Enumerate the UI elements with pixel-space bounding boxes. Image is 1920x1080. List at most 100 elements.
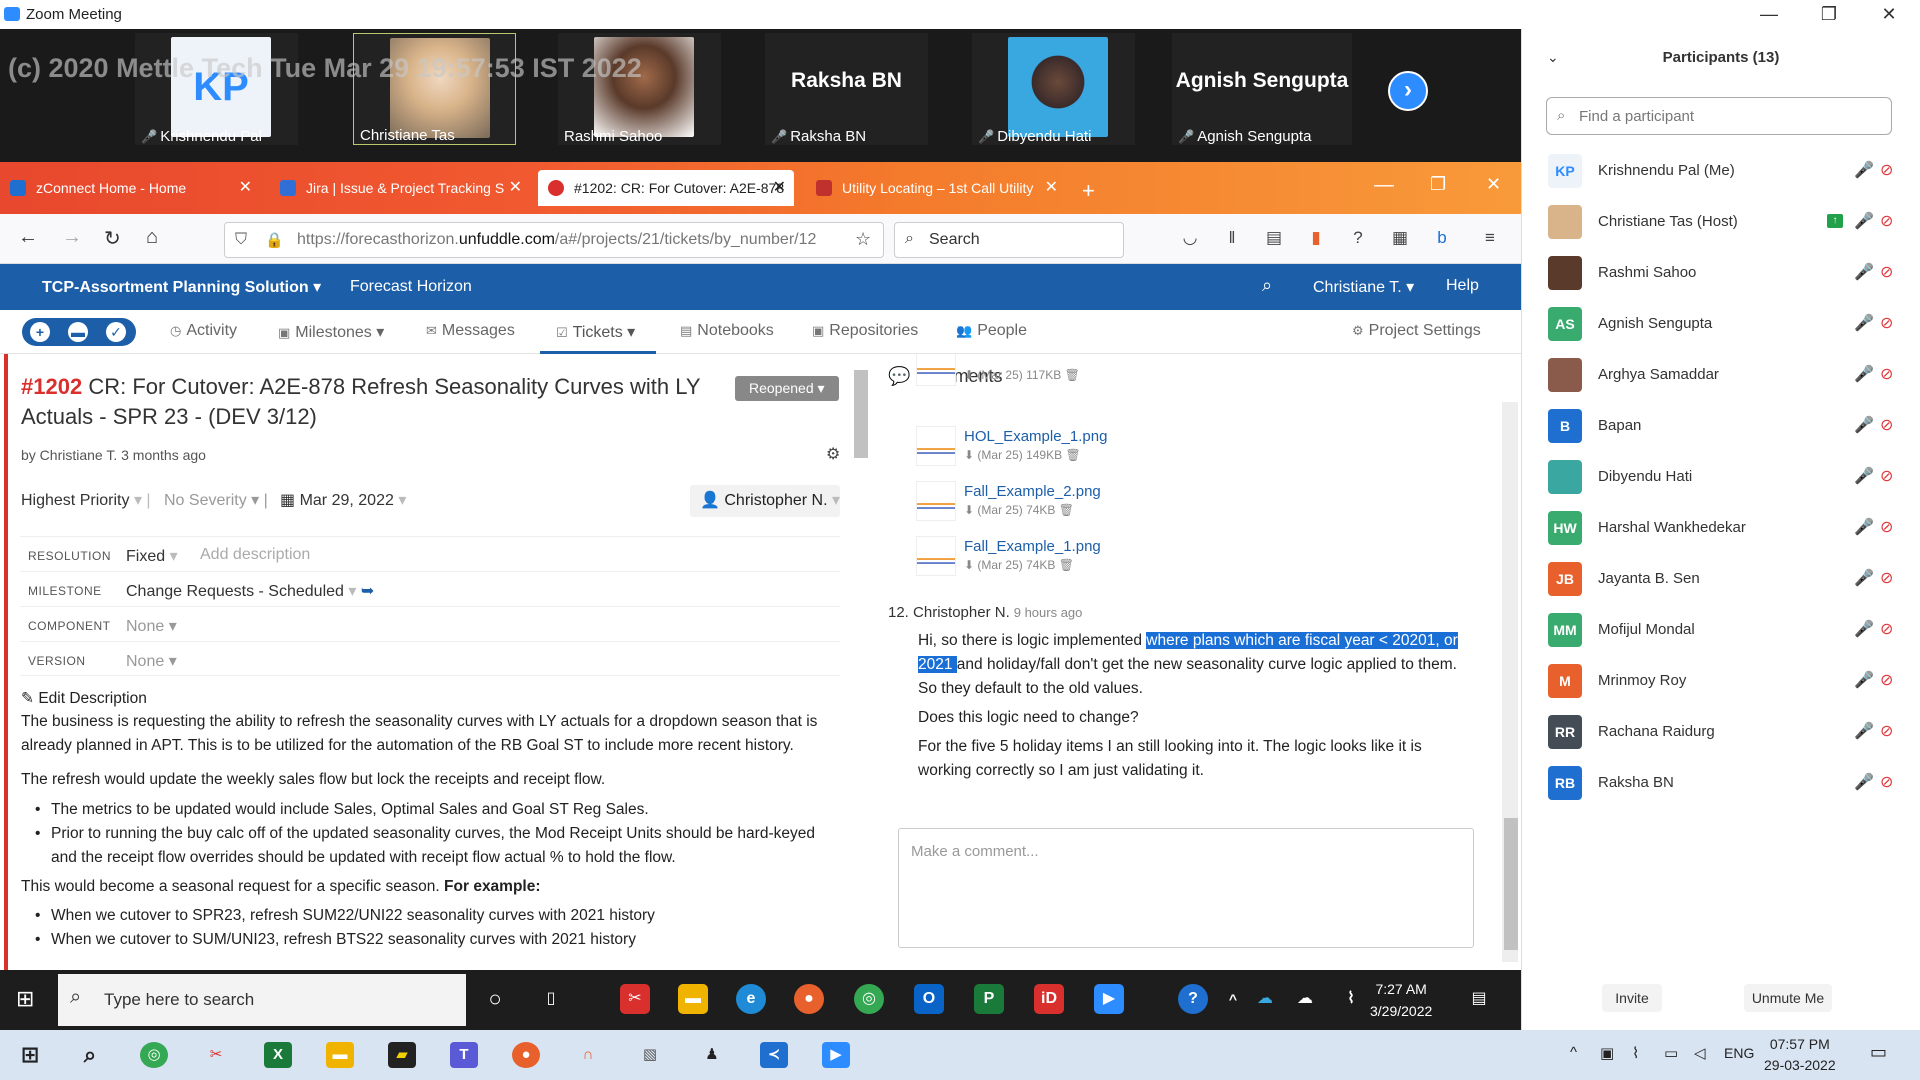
linux-penguin-icon[interactable]: ♟ [698, 1042, 726, 1068]
participant-row[interactable]: B Bapan 🎤 ⊘ [1522, 401, 1920, 452]
subproject-link[interactable]: Forecast Horizon [350, 278, 472, 296]
attachment-link[interactable]: Fall_Example_1.png [964, 538, 1101, 555]
resolution-selector[interactable]: Fixed ▾ [126, 546, 178, 566]
star-icon[interactable]: ☆ [855, 229, 871, 250]
bing-icon[interactable]: b [1432, 228, 1452, 248]
search-icon[interactable]: ⌕ [76, 1042, 104, 1068]
mic-muted-icon[interactable]: 🎤 [1854, 670, 1874, 690]
video-off-icon[interactable]: ⊘ [1880, 415, 1893, 435]
mic-muted-icon[interactable]: 🎤 [1854, 517, 1874, 537]
status-badge[interactable]: Reopened ▾ [735, 376, 839, 401]
search-icon[interactable]: ⌕ [1262, 275, 1272, 296]
video-off-icon[interactable]: ⊘ [1880, 160, 1893, 180]
home-icon[interactable]: ⌂ [146, 226, 158, 249]
browser-tab[interactable]: Utility Locating – 1st Call Utility ✕ [806, 170, 1066, 206]
video-off-icon[interactable]: ⊘ [1880, 211, 1893, 231]
browser-tab[interactable]: zConnect Home - Home ✕ [0, 170, 260, 206]
device-icon[interactable]: ▣ [1600, 1044, 1614, 1062]
zoom-icon[interactable]: ▶ [822, 1042, 850, 1068]
pocket-icon[interactable]: ◡ [1180, 228, 1200, 248]
video-tile[interactable]: Rashmi Sahoo [558, 33, 721, 145]
teams-icon[interactable]: T [450, 1042, 478, 1068]
add-icon[interactable]: + [30, 322, 50, 342]
outlook-icon[interactable]: O [914, 984, 944, 1014]
chrome-icon[interactable]: ◎ [140, 1042, 168, 1068]
reload-icon[interactable]: ↻ [104, 226, 121, 251]
edge-icon[interactable]: e [736, 984, 766, 1014]
mic-muted-icon[interactable]: 🎤 [1854, 364, 1874, 384]
zoom-icon[interactable]: ▶ [1094, 984, 1124, 1014]
participant-row[interactable]: AS Agnish Sengupta 🎤 ⊘ [1522, 299, 1920, 350]
video-off-icon[interactable]: ⊘ [1880, 262, 1893, 282]
notifications-icon[interactable]: ▤ [1464, 984, 1494, 1014]
file-explorer-icon[interactable]: ▬ [678, 984, 708, 1014]
video-off-icon[interactable]: ⊘ [1880, 466, 1893, 486]
message-icon[interactable]: ▬ [68, 322, 88, 342]
participant-row[interactable]: MM Mofijul Mondal 🎤 ⊘ [1522, 605, 1920, 656]
firefox-icon[interactable]: ● [794, 984, 824, 1014]
extension-icon[interactable]: ▮ [1306, 228, 1326, 248]
windows-start-icon[interactable]: ⊞ [16, 986, 34, 1012]
nav-people[interactable]: 👥 People [956, 322, 1027, 340]
close-button[interactable]: ✕ [1864, 0, 1914, 29]
mic-icon[interactable]: 🎤 [1854, 262, 1874, 282]
nav-milestones[interactable]: ▣ Milestones ▾ [278, 322, 384, 342]
settings-gears-icon[interactable]: ⚙ [826, 444, 840, 464]
close-tab-icon[interactable]: ✕ [1045, 170, 1058, 206]
attachment-link[interactable]: Fall_Example_2.png [964, 483, 1101, 500]
video-tile[interactable]: Raksha BN 🎤 Raksha BN [765, 33, 928, 145]
cloud-icon[interactable]: ☁ [1290, 984, 1320, 1014]
cortana-icon[interactable]: ○ [480, 984, 510, 1014]
version-selector[interactable]: None ▾ [126, 651, 177, 671]
user-menu[interactable]: Christiane T. ▾ [1313, 277, 1414, 297]
nav-activity[interactable]: ◷ Activity [170, 322, 237, 340]
mic-muted-icon[interactable]: 🎤 [1854, 721, 1874, 741]
volume-icon[interactable]: ◁ [1694, 1044, 1706, 1062]
snip-app-icon[interactable]: ✂ [620, 984, 650, 1014]
close-tab-icon[interactable]: ✕ [773, 170, 786, 206]
task-view-icon[interactable]: ▯ [536, 984, 566, 1014]
comment-input[interactable]: Make a comment... [898, 828, 1474, 948]
network-icon[interactable]: ⌇ [1336, 984, 1366, 1014]
search-bar[interactable]: ⌕ Search [894, 222, 1124, 258]
video-off-icon[interactable]: ⊘ [1880, 721, 1893, 741]
image-viewer-icon[interactable]: ▧ [636, 1042, 664, 1068]
participant-row[interactable]: M Mrinmoy Roy 🎤 ⊘ [1522, 656, 1920, 707]
edit-description-link[interactable]: ✎ Edit Description [21, 687, 841, 711]
language-indicator[interactable]: ENG [1724, 1045, 1754, 1061]
chevron-up-icon[interactable]: ^ [1570, 1044, 1577, 1061]
mic-muted-icon[interactable]: 🎤 [1854, 313, 1874, 333]
minimize-button[interactable]: — [1374, 174, 1394, 197]
unmute-me-button[interactable]: Unmute Me [1744, 984, 1832, 1012]
snip-app-icon[interactable]: ✂ [202, 1042, 230, 1068]
mic-muted-icon[interactable]: 🎤 [1854, 772, 1874, 792]
add-description-field[interactable]: Add description [200, 546, 310, 564]
url-bar[interactable]: ⛉ 🔒 https://forecasthorizon.unfuddle.com… [224, 222, 884, 258]
onedrive-icon[interactable]: ☁ [1250, 984, 1280, 1014]
mic-muted-icon[interactable]: 🎤 [1854, 466, 1874, 486]
scrollbar-thumb[interactable] [854, 370, 868, 458]
windows-start-icon[interactable]: ⊞ [16, 1042, 44, 1068]
video-tile[interactable]: KP 🎤 Krishnendu Pal [135, 33, 298, 145]
back-icon[interactable]: ← [18, 226, 38, 249]
video-off-icon[interactable]: ⊘ [1880, 772, 1893, 792]
video-off-icon[interactable]: ⊘ [1880, 619, 1893, 639]
participant-row[interactable]: Dibyendu Hati 🎤 ⊘ [1522, 452, 1920, 503]
nav-tickets[interactable]: ☑ Tickets ▾ [556, 322, 635, 342]
help-icon[interactable]: ? [1178, 984, 1208, 1014]
video-off-icon[interactable]: ⊘ [1880, 364, 1893, 384]
extension-icon[interactable]: ? [1348, 228, 1368, 248]
mic-icon[interactable]: 🎤 [1854, 211, 1874, 231]
close-tab-icon[interactable]: ✕ [509, 170, 522, 206]
find-participant-input[interactable]: ⌕ Find a participant [1546, 97, 1892, 135]
restore-button[interactable]: ❐ [1804, 0, 1854, 29]
new-tab-button[interactable]: + [1082, 178, 1095, 204]
component-selector[interactable]: None ▾ [126, 616, 177, 636]
participant-row[interactable]: Rashmi Sahoo 🎤 ⊘ [1522, 248, 1920, 299]
mic-muted-icon[interactable]: 🎤 [1854, 160, 1874, 180]
sticky-notes-icon[interactable]: ▰ [388, 1042, 416, 1068]
chevron-up-icon[interactable]: ^ [1218, 984, 1248, 1014]
headphones-app-icon[interactable]: ∩ [574, 1042, 602, 1068]
nav-messages[interactable]: ✉ Messages [426, 322, 515, 340]
video-off-icon[interactable]: ⊘ [1880, 517, 1893, 537]
